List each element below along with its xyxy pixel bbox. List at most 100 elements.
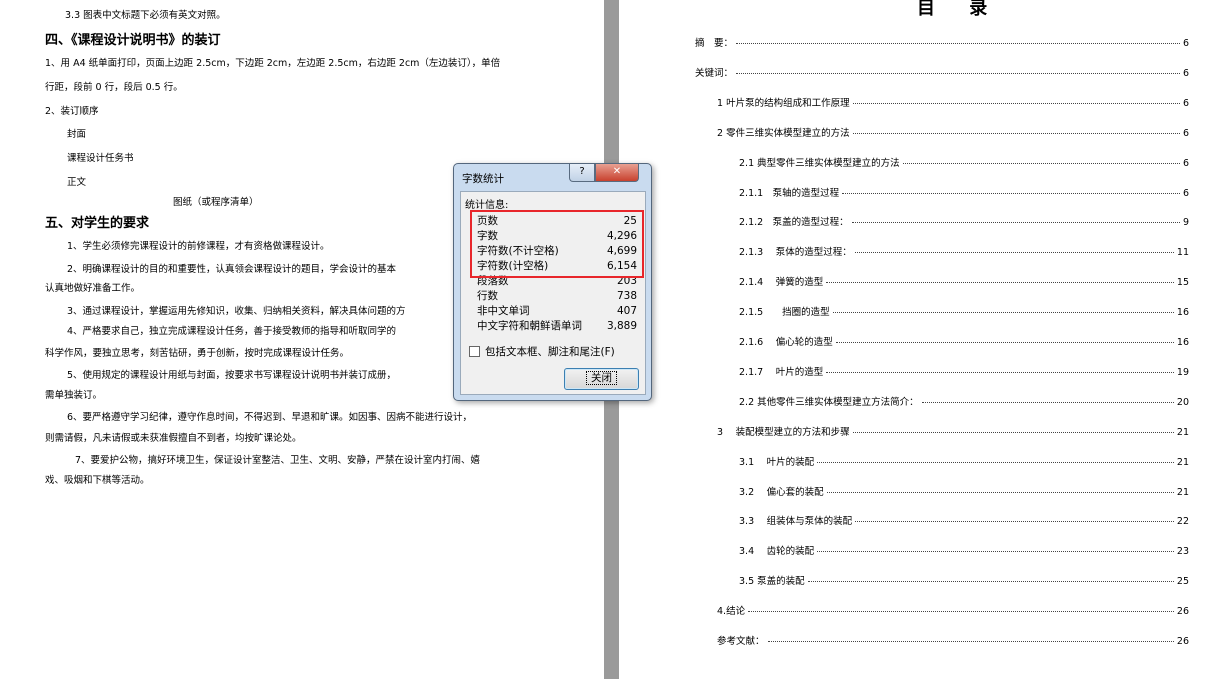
- toc-entry-label: 关键词：: [695, 67, 734, 79]
- toc-entry[interactable]: 2.1.4 弹簧的造型 15: [739, 277, 1189, 289]
- toc-entry[interactable]: 1 叶片泵的结构组成和工作原理 6: [717, 98, 1189, 110]
- stat-value: 407: [616, 305, 637, 317]
- toc-entry[interactable]: 参考文献： 26: [717, 636, 1189, 648]
- toc-entry-label: 2.1.3 泵体的造型过程：: [739, 247, 852, 259]
- text-line: 5、使用规定的课程设计用纸与封面，按要求书写课程设计说明书并装订成册，: [67, 370, 397, 381]
- stat-value: 3,889: [606, 320, 637, 332]
- toc-entry-label: 摘 要：: [695, 38, 734, 49]
- toc-entry-label: 1 叶片泵的结构组成和工作原理: [717, 97, 850, 109]
- section-heading: 五、对学生的要求: [45, 216, 150, 231]
- toc-entry-label: 2 零件三维实体模型建立的方法: [717, 127, 850, 139]
- toc-entry[interactable]: 3.4 齿轮的装配 23: [739, 546, 1189, 558]
- toc-dot-leader: [807, 581, 1174, 583]
- text-line: 1、学生必须修完课程设计的前修课程，才有资格做课程设计。: [67, 241, 330, 252]
- toc-entry-label: 3.1 叶片的装配: [739, 456, 815, 468]
- toc-entry-page: 23: [1176, 546, 1189, 558]
- toc-entry[interactable]: 4.结论 26: [717, 606, 1189, 618]
- toc-entry-page: 15: [1176, 277, 1189, 289]
- toc-entry[interactable]: 3.5 泵盖的装配 25: [739, 576, 1189, 588]
- stat-value: 738: [616, 290, 637, 302]
- toc-dot-leader: [854, 252, 1174, 254]
- toc-entry-page: 26: [1176, 636, 1189, 647]
- text-line: 则需请假，凡未请假或未获准假擅自不到者，均按旷课论处。: [45, 433, 302, 444]
- text-line: 封面: [67, 129, 87, 140]
- toc-dot-leader: [842, 192, 1180, 194]
- stat-row: 非中文单词 407: [477, 304, 637, 319]
- stat-label: 行数: [477, 290, 498, 302]
- toc-dot-leader: [902, 162, 1180, 164]
- toc-entry-page: 6: [1182, 187, 1189, 199]
- toc-entry-page: 6: [1182, 67, 1189, 79]
- toc-entry[interactable]: 2.1.6 偏心轮的造型 16: [739, 337, 1189, 349]
- toc-entry-page: 21: [1176, 426, 1189, 438]
- toc-entry-page: 11: [1176, 247, 1189, 259]
- toc-entry[interactable]: 摘 要： 6: [695, 38, 1189, 50]
- toc-entry[interactable]: 3.3 组装体与泵体的装配 22: [739, 516, 1189, 528]
- toc-entry-label: 2.1.4 弹簧的造型: [739, 277, 824, 289]
- toc-entry-label: 2.1.5 挡圈的造型: [739, 307, 830, 319]
- toc-dot-leader: [736, 43, 1180, 44]
- toc-entry[interactable]: 2.1.2 泵盖的造型过程： 9: [739, 217, 1189, 229]
- toc-entry-page: 21: [1176, 486, 1189, 498]
- text-line: 戏、吸烟和下棋等活动。: [45, 475, 150, 486]
- toc-entry[interactable]: 2.1 典型零件三维实体模型建立的方法 6: [739, 158, 1189, 170]
- toc-entry[interactable]: 2.1.1 泵轴的造型过程 6: [739, 188, 1189, 200]
- text-line: 认真地做好准备工作。: [45, 283, 141, 294]
- toc-dot-leader: [851, 222, 1180, 224]
- stat-label: 中文字符和朝鲜语单词: [477, 320, 582, 332]
- text-line: 课程设计任务书: [67, 153, 134, 164]
- text-line: 正文: [67, 177, 87, 188]
- toc-entry-page: 22: [1176, 516, 1189, 528]
- help-button[interactable]: ?: [569, 164, 595, 182]
- toc-entry-label: 2.1.6 偏心轮的造型: [739, 337, 833, 348]
- toc-dot-leader: [852, 102, 1180, 104]
- toc-dot-leader: [832, 312, 1174, 314]
- toc-entry-page: 6: [1182, 97, 1189, 109]
- toc-entry[interactable]: 2.2 其他零件三维实体模型建立方法简介： 20: [739, 397, 1189, 409]
- checkbox-label: 包括文本框、脚注和尾注(F): [485, 346, 615, 358]
- close-button-label: 关闭: [586, 371, 617, 385]
- toc-entry[interactable]: 3.2 偏心套的装配 21: [739, 487, 1189, 499]
- stat-row: 中文字符和朝鲜语单词 3,889: [477, 319, 637, 334]
- toc-entry-label: 2.1.7 叶片的造型: [739, 366, 824, 378]
- toc-entry[interactable]: 3.1 叶片的装配 21: [739, 457, 1189, 469]
- highlight-box: [470, 210, 644, 278]
- toc-entry[interactable]: 3 装配模型建立的方法和步骤 21: [717, 427, 1189, 439]
- text-line: 3.3 图表中文标题下必须有英文对照。: [65, 10, 226, 21]
- group-label: 统计信息:: [465, 200, 509, 211]
- word-count-dialog: 字数统计 ? ✕ 统计信息: 页数 25 字数 4,296 字符数(不计空格) 4,699…: [453, 163, 652, 401]
- text-line: 6、要严格遵守学习纪律，遵守作息时间，不得迟到、早退和旷课。如因事、因病不能进行…: [67, 412, 473, 423]
- toc-entry-page: 6: [1182, 157, 1189, 169]
- text-line: 需单独装订。: [45, 390, 103, 401]
- toc-entry-label: 3.5 泵盖的装配: [739, 576, 805, 588]
- close-button[interactable]: 关闭: [564, 368, 639, 390]
- toc-entry[interactable]: 2.1.5 挡圈的造型 16: [739, 307, 1189, 319]
- toc-entry-page: 21: [1176, 456, 1189, 468]
- toc-entry[interactable]: 2.1.3 泵体的造型过程： 11: [739, 247, 1189, 259]
- toc-entry-page: 6: [1182, 127, 1189, 139]
- close-icon[interactable]: ✕: [595, 164, 639, 182]
- checkbox-icon[interactable]: [469, 346, 480, 357]
- toc-dot-leader: [855, 521, 1174, 523]
- toc-entry-page: 25: [1176, 576, 1189, 588]
- toc-entry[interactable]: 2 零件三维实体模型建立的方法 6: [717, 128, 1189, 140]
- toc-entry[interactable]: 关键词： 6: [695, 68, 1189, 80]
- text-line: 3、通过课程设计，掌握运用先修知识，收集、归纳相关资料，解决具体问题的方: [67, 306, 406, 317]
- toc-dot-leader: [817, 551, 1174, 553]
- toc-dot-leader: [835, 342, 1174, 343]
- include-textbox-checkbox[interactable]: 包括文本框、脚注和尾注(F): [469, 344, 615, 359]
- text-line: 4、严格要求自己，独立完成课程设计任务，善于接受教师的指导和听取同学的: [67, 326, 397, 337]
- toc-entry-page: 26: [1176, 606, 1189, 618]
- toc-entry[interactable]: 2.1.7 叶片的造型 19: [739, 367, 1189, 379]
- document-page-right: 目 录 摘 要： 6 关键词： 6 1 叶片泵的结构组成和工作原理 6 2 零件三维实体模型…: [619, 0, 1219, 679]
- toc-dot-leader: [921, 401, 1174, 403]
- toc-dot-leader: [826, 371, 1174, 373]
- toc-entry-label: 2.2 其他零件三维实体模型建立方法简介：: [739, 396, 919, 408]
- toc-entry-label: 2.1.2 泵盖的造型过程：: [739, 217, 849, 229]
- toc-dot-leader: [767, 641, 1174, 642]
- toc-entry-label: 3.2 偏心套的装配: [739, 486, 824, 498]
- toc-entry-label: 2.1 典型零件三维实体模型建立的方法: [739, 157, 900, 169]
- dialog-body: 统计信息: 页数 25 字数 4,296 字符数(不计空格) 4,699 字符数(计空格) 6…: [460, 191, 646, 395]
- toc-dot-leader: [736, 72, 1180, 74]
- stat-label: 非中文单词: [477, 305, 530, 317]
